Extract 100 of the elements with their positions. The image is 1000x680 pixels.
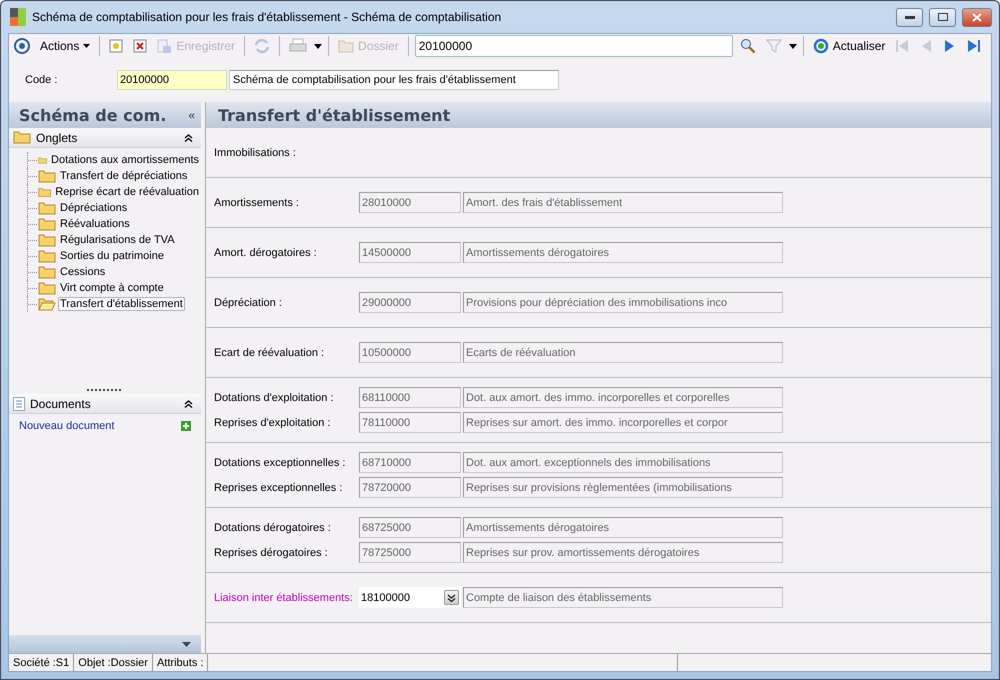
code-label: Code :: [25, 74, 58, 86]
caret-icon: [83, 44, 90, 48]
folder-icon: [38, 170, 56, 182]
new-document-link[interactable]: Nouveau document: [19, 420, 114, 432]
panel-title: Transfert d'établissement: [218, 106, 450, 124]
tree-item[interactable]: Dotations aux amortissements: [49, 153, 201, 167]
section-title: Documents: [30, 396, 92, 410]
tree-item[interactable]: Transfert d'établissement: [58, 297, 185, 311]
collapse-icon[interactable]: [184, 134, 193, 142]
refresh-icon: [812, 38, 829, 54]
account-field: 68110000: [359, 387, 461, 408]
description-field[interactable]: Schéma de comptabilisation pour les frais d'établissement: [229, 70, 559, 90]
filter-icon: [766, 38, 782, 54]
account-description-field: Amortissements dérogatoires: [463, 242, 783, 263]
account-field: 78720000: [359, 477, 461, 498]
close-button[interactable]: [962, 8, 992, 26]
search-field[interactable]: 20100000: [414, 35, 733, 57]
tree-connector: [27, 264, 36, 280]
tree-connector: [27, 280, 36, 296]
splitter-handle[interactable]: [87, 389, 123, 391]
account-description-field: Reprises sur amort. des immo. incorporelles et corpor: [463, 412, 783, 433]
printer-icon: [289, 38, 308, 54]
folder-icon: [38, 250, 56, 262]
code-field[interactable]: 20100000: [117, 70, 227, 90]
tree-item[interactable]: Reprise écart de réévaluation: [53, 185, 201, 199]
tree-connector: [27, 248, 36, 264]
field-label: Dotations dérogatoires :: [214, 522, 332, 534]
tree-connector: [27, 216, 36, 232]
status-text: Société :S1: [9, 654, 74, 671]
search-icon: [740, 38, 756, 54]
folder-icon: [38, 234, 56, 246]
save-icon: [157, 38, 172, 54]
target-icon: [14, 38, 30, 54]
tree-item[interactable]: Virt compte à compte: [58, 281, 166, 295]
minimize-icon: [904, 16, 914, 18]
tree-item[interactable]: Cessions: [58, 265, 108, 279]
field-label: Reprises dérogatoires :: [214, 546, 329, 558]
field-label: Ecart de réévaluation :: [214, 346, 326, 358]
collapse-icon[interactable]: [184, 400, 193, 408]
first-record-icon: [895, 39, 910, 53]
field-label: Dépréciation :: [214, 296, 283, 308]
field-label: Reprises d'exploitation :: [214, 416, 332, 428]
tree-connector: [27, 152, 36, 168]
chevron-down-icon[interactable]: [447, 594, 456, 602]
caret-icon[interactable]: [788, 44, 797, 48]
window-title: Schéma de comptabilisation pour les frais d'établissement - Schéma de comptabilisation: [32, 10, 502, 24]
add-icon[interactable]: [181, 421, 191, 431]
folder-icon: [38, 218, 56, 230]
tree-connector: [27, 184, 36, 200]
caret-icon[interactable]: [314, 44, 322, 48]
tree-item[interactable]: Régularisations de TVA: [58, 233, 177, 247]
folder-icon: [38, 186, 52, 198]
account-description-field: Provisions pour dépréciation des immobilisations inco: [463, 292, 783, 313]
folder-icon: [13, 131, 31, 144]
section-title: Onglets: [36, 130, 78, 144]
account-description-field: Compte de liaison des établissements: [463, 587, 783, 608]
field-label: Liaison inter établissements:: [214, 592, 354, 604]
account-field: 78110000: [359, 412, 461, 433]
tree-connector: [27, 168, 36, 184]
account-description-field: Ecarts de réévaluation: [463, 342, 783, 363]
toolbar-button[interactable]: Actualiser: [810, 37, 888, 55]
last-record-icon: [967, 39, 982, 53]
folder-icon: [38, 266, 56, 278]
field-label: Immobilisations :: [214, 146, 297, 158]
account-field: 68725000: [359, 517, 461, 538]
sync-icon: [254, 38, 270, 54]
account-dropdown[interactable]: 18100000: [359, 587, 461, 608]
account-field: 14500000: [359, 242, 461, 263]
account-field: 29000000: [359, 292, 461, 313]
field-label: Dotations d'exploitation :: [214, 392, 335, 404]
account-description-field: Amortissements dérogatoires: [463, 517, 783, 538]
account-description-field: Dot. aux amort. exceptionnels des immobilisations: [463, 452, 783, 473]
account-field: 78725000: [359, 542, 461, 563]
account-field: 28010000: [359, 192, 461, 213]
close-icon: [972, 12, 982, 22]
folder-icon: [338, 39, 354, 53]
maximize-button[interactable]: [929, 8, 956, 26]
caret-icon[interactable]: [182, 642, 191, 646]
folder-icon: [38, 202, 56, 214]
minimize-button[interactable]: [896, 8, 923, 26]
status-text: Attributs :: [152, 654, 208, 671]
status-text: Objet :Dossier: [74, 654, 153, 671]
field-label: Reprises exceptionnelles :: [214, 482, 344, 494]
maximize-icon: [938, 13, 948, 21]
toolbar-button[interactable]: [11, 37, 33, 55]
collapse-button[interactable]: «: [188, 108, 195, 122]
field-label: Amortissements :: [214, 196, 300, 208]
account-description-field: Dot. aux amort. des immo. incorporelles et corporelles: [463, 387, 783, 408]
actions-menu[interactable]: Actions: [37, 38, 94, 54]
tree-item[interactable]: Réévaluations: [58, 217, 132, 231]
tree-item[interactable]: Transfert de dépréciations: [58, 169, 190, 183]
tree-item[interactable]: Dépréciations: [58, 201, 130, 215]
tree-connector: [27, 200, 36, 216]
account-field: 10500000: [359, 342, 461, 363]
app-logo-icon: [10, 8, 26, 26]
document-icon: [13, 396, 25, 410]
tree-item[interactable]: Sorties du patrimoine: [58, 249, 166, 263]
delete-icon: [133, 39, 148, 53]
field-label: Dotations exceptionnelles :: [214, 456, 346, 468]
account-description-field: Reprises sur provisions règlementées (immobilisations: [463, 477, 783, 498]
